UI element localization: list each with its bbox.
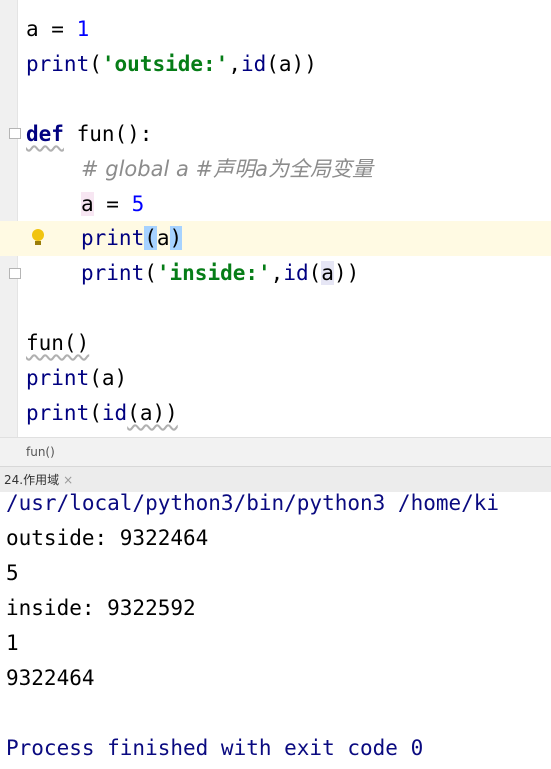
code-token: ) bbox=[169, 226, 183, 250]
run-tab-label[interactable]: 24.作用域 bbox=[4, 473, 59, 487]
console-line: Process finished with exit code 0 bbox=[6, 736, 424, 760]
console-line[interactable]: /usr/local/python3/bin/python3 /home/ki bbox=[6, 492, 499, 521]
code-line-2[interactable]: print('outside:',id(a)) bbox=[0, 47, 551, 82]
code-keyword: def bbox=[26, 122, 64, 146]
code-builtin: id bbox=[240, 52, 267, 76]
code-token: )) bbox=[333, 261, 360, 285]
code-token: ( bbox=[144, 226, 157, 250]
code-token: = bbox=[93, 192, 132, 216]
code-token: (a)) bbox=[266, 52, 317, 76]
code-comment: # global a #声明a为全局变量 bbox=[81, 157, 373, 181]
code-builtin: print bbox=[81, 261, 145, 285]
close-icon[interactable]: × bbox=[63, 473, 73, 487]
code-builtin: print bbox=[26, 52, 90, 76]
code-variable: a bbox=[321, 261, 334, 285]
code-token: (a)) bbox=[127, 401, 178, 425]
breadcrumb[interactable]: fun() bbox=[0, 437, 551, 466]
code-line-6[interactable]: a = 5 bbox=[0, 187, 551, 222]
run-tab[interactable]: 24.作用域 × bbox=[0, 466, 551, 493]
code-line-12[interactable]: print(id(a)) bbox=[0, 396, 551, 431]
console-line: 9322464 bbox=[6, 666, 95, 690]
code-number: 1 bbox=[76, 17, 90, 41]
code-line-4[interactable]: def fun(): bbox=[0, 117, 551, 152]
code-line-11[interactable]: print(a) bbox=[0, 361, 551, 396]
code-builtin: print bbox=[26, 401, 90, 425]
run-console[interactable]: /usr/local/python3/bin/python3 /home/ki … bbox=[0, 492, 551, 769]
code-call: fun() bbox=[26, 331, 90, 355]
code-line-7-current[interactable]: print(a) bbox=[0, 221, 551, 256]
code-token: = bbox=[38, 17, 77, 41]
console-line: inside: 9322592 bbox=[6, 596, 196, 620]
code-token: , bbox=[270, 261, 284, 285]
code-token: ( bbox=[308, 261, 322, 285]
code-variable: a bbox=[81, 192, 94, 216]
code-string: 'outside:' bbox=[101, 52, 229, 76]
code-token: ( bbox=[89, 401, 102, 425]
code-line-8[interactable]: print('inside:',id(a)) bbox=[0, 256, 551, 291]
code-builtin: id bbox=[101, 401, 128, 425]
code-token: ( bbox=[144, 261, 157, 285]
code-token: ( bbox=[89, 52, 102, 76]
code-line-1[interactable]: a = 1 bbox=[0, 12, 551, 47]
code-line-10[interactable]: fun() bbox=[0, 326, 551, 361]
code-editor[interactable]: a = 1 print('outside:',id(a)) def fun():… bbox=[0, 0, 551, 437]
console-line: 5 bbox=[6, 561, 19, 585]
code-token: (a) bbox=[89, 366, 128, 390]
code-builtin: id bbox=[283, 261, 309, 285]
code-line-5[interactable]: # global a #声明a为全局变量 bbox=[0, 152, 551, 187]
code-token: fun(): bbox=[63, 122, 153, 146]
code-token: , bbox=[228, 52, 241, 76]
breadcrumb-item[interactable]: fun() bbox=[26, 445, 55, 459]
console-line: 1 bbox=[6, 631, 19, 655]
code-string: 'inside:' bbox=[156, 261, 271, 285]
code-number: 5 bbox=[131, 192, 145, 216]
lightbulb-icon[interactable] bbox=[32, 229, 44, 245]
code-token: a bbox=[26, 17, 39, 41]
code-variable: a bbox=[156, 226, 170, 250]
console-line: outside: 9322464 bbox=[6, 526, 209, 550]
code-builtin: print bbox=[26, 366, 90, 390]
code-builtin: print bbox=[81, 226, 145, 250]
